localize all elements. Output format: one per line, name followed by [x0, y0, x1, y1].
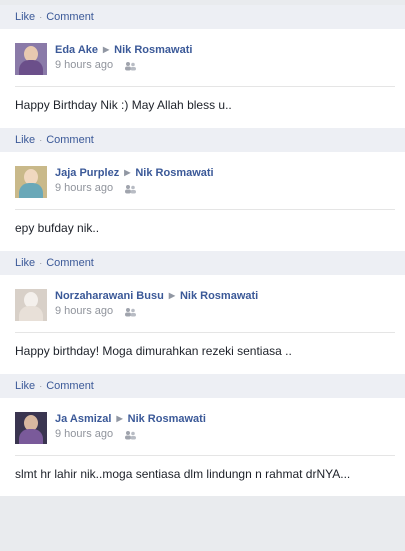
time-row: 9 hours ago: [55, 182, 395, 195]
timestamp[interactable]: 9 hours ago: [55, 182, 113, 195]
target-name[interactable]: Nik Rosmawati: [128, 413, 206, 425]
spacer: [0, 29, 405, 37]
spacer: [0, 275, 405, 283]
time-row: 9 hours ago: [55, 59, 395, 72]
separator: ·: [39, 12, 43, 22]
news-feed: Like · Comment Eda Ake ▶ Nik Rosmawati 9 h…: [0, 5, 405, 551]
avatar[interactable]: [15, 43, 47, 75]
avatar[interactable]: [15, 166, 47, 198]
like-link[interactable]: Like: [15, 257, 35, 269]
wall-post: Jaja Purplez ▶ Nik Rosmawati 9 hours ago e…: [0, 160, 405, 250]
post-message: Happy Birthday Nik :) May Allah bless u.…: [15, 98, 232, 112]
author-name[interactable]: Jaja Purplez: [55, 167, 119, 179]
audience-icon[interactable]: [124, 184, 137, 194]
time-row: 9 hours ago: [55, 305, 395, 318]
post-meta: Norzaharawani Busu ▶ Nik Rosmawati 9 hours…: [55, 289, 395, 318]
comment-link[interactable]: Comment: [46, 134, 94, 146]
arrow-icon: ▶: [124, 168, 131, 177]
author-name[interactable]: Ja Asmizal: [55, 413, 111, 425]
like-link[interactable]: Like: [15, 380, 35, 392]
post-message: epy bufday nik..: [15, 221, 100, 235]
comment-link[interactable]: Comment: [46, 257, 94, 269]
time-row: 9 hours ago: [55, 428, 395, 441]
target-name[interactable]: Nik Rosmawati: [114, 44, 192, 56]
author-name[interactable]: Eda Ake: [55, 44, 98, 56]
post-header: Ja Asmizal ▶ Nik Rosmawati 9 hours ago: [0, 406, 405, 444]
target-name[interactable]: Nik Rosmawati: [135, 167, 213, 179]
comment-link[interactable]: Comment: [46, 380, 94, 392]
author-name[interactable]: Norzaharawani Busu: [55, 290, 164, 302]
post-names: Jaja Purplez ▶ Nik Rosmawati: [55, 166, 395, 180]
separator: ·: [39, 258, 43, 268]
comment-link[interactable]: Comment: [46, 11, 94, 23]
post-names: Eda Ake ▶ Nik Rosmawati: [55, 43, 395, 57]
timestamp[interactable]: 9 hours ago: [55, 59, 113, 72]
post-header: Eda Ake ▶ Nik Rosmawati 9 hours ago: [0, 37, 405, 75]
wall-post: Eda Ake ▶ Nik Rosmawati 9 hours ago Happy …: [0, 37, 405, 127]
action-bar: Like · Comment: [0, 127, 405, 152]
like-link[interactable]: Like: [15, 134, 35, 146]
spacer: [0, 152, 405, 160]
separator: ·: [39, 381, 43, 391]
audience-icon[interactable]: [124, 430, 137, 440]
spacer: [0, 398, 405, 406]
like-link[interactable]: Like: [15, 11, 35, 23]
post-meta: Jaja Purplez ▶ Nik Rosmawati 9 hours ago: [55, 166, 395, 195]
post-header: Norzaharawani Busu ▶ Nik Rosmawati 9 hours…: [0, 283, 405, 321]
arrow-icon: ▶: [168, 291, 175, 300]
target-name[interactable]: Nik Rosmawati: [180, 290, 258, 302]
post-meta: Eda Ake ▶ Nik Rosmawati 9 hours ago: [55, 43, 395, 72]
post-names: Norzaharawani Busu ▶ Nik Rosmawati: [55, 289, 395, 303]
separator: ·: [39, 135, 43, 145]
arrow-icon: ▶: [116, 414, 123, 423]
wall-post: Ja Asmizal ▶ Nik Rosmawati 9 hours ago slm…: [0, 406, 405, 496]
audience-icon[interactable]: [124, 61, 137, 71]
timestamp[interactable]: 9 hours ago: [55, 305, 113, 318]
timestamp[interactable]: 9 hours ago: [55, 428, 113, 441]
post-message: slmt hr lahir nik..moga sentiasa dlm lin…: [15, 467, 351, 481]
post-header: Jaja Purplez ▶ Nik Rosmawati 9 hours ago: [0, 160, 405, 198]
audience-icon[interactable]: [124, 307, 137, 317]
post-message: Happy birthday! Moga dimurahkan rezeki s…: [15, 344, 292, 358]
action-bar: Like · Comment: [0, 373, 405, 398]
avatar[interactable]: [15, 412, 47, 444]
action-bar: Like · Comment: [0, 5, 405, 29]
arrow-icon: ▶: [103, 45, 110, 54]
action-bar: Like · Comment: [0, 250, 405, 275]
avatar[interactable]: [15, 289, 47, 321]
post-meta: Ja Asmizal ▶ Nik Rosmawati 9 hours ago: [55, 412, 395, 441]
post-names: Ja Asmizal ▶ Nik Rosmawati: [55, 412, 395, 426]
wall-post: Norzaharawani Busu ▶ Nik Rosmawati 9 hours…: [0, 283, 405, 373]
